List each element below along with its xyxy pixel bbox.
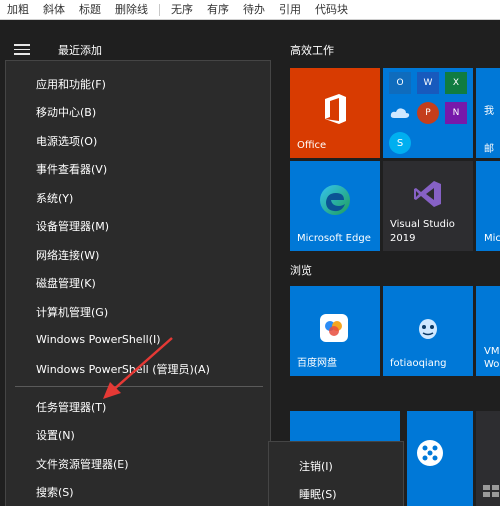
toolbar-italic-button[interactable]: 斜体 [36, 0, 72, 20]
toolbar-quote-button[interactable]: 引用 [272, 0, 308, 20]
vs-tile-label-line2: 2019 [390, 233, 416, 244]
menu-item-task-manager[interactable]: 任务管理器(T) [36, 399, 106, 415]
submenu-item-sleep[interactable]: 睡眠(S) [299, 486, 337, 502]
onenote-icon: N [445, 102, 467, 124]
toolbar-todo-button[interactable]: 待办 [236, 0, 272, 20]
microsoft-edge-tile[interactable]: Microsoft Edge [290, 161, 380, 251]
recently-added-title: 最近添加 [58, 44, 102, 57]
office-tile[interactable]: Office [290, 68, 380, 158]
winx-context-menu: 应用和功能(F) 移动中心(B) 电源选项(O) 事件查看器(V) 系统(Y) … [5, 60, 271, 506]
menu-item-power-options[interactable]: 电源选项(O) [36, 133, 97, 149]
menu-item-apps-features[interactable]: 应用和功能(F) [36, 76, 106, 92]
menu-item-powershell[interactable]: Windows PowerShell(I) [36, 333, 161, 346]
edge-icon [320, 185, 350, 215]
toolbar-unordered-button[interactable]: 无序 [164, 0, 200, 20]
mail-tile[interactable]: 我 邮 [476, 68, 500, 158]
baidu-netdisk-icon [320, 314, 348, 342]
menu-item-settings[interactable]: 设置(N) [36, 427, 75, 443]
menu-item-system[interactable]: 系统(Y) [36, 190, 73, 206]
bottom-tile-right[interactable] [476, 411, 500, 506]
menu-item-powershell-admin[interactable]: Windows PowerShell (管理员)(A) [36, 361, 210, 377]
toolbar-divider [159, 3, 160, 16]
mail-tile-partial-text: 我 [484, 106, 494, 117]
menu-item-disk-management[interactable]: 磁盘管理(K) [36, 275, 96, 291]
vs-tile-label-line1: Visual Studio [390, 219, 455, 230]
word-icon: W [417, 72, 439, 94]
vmware-tile[interactable]: VM Wo [476, 286, 500, 376]
baidu-netdisk-tile-label: 百度网盘 [297, 358, 337, 369]
mic-tile-partial-label: Mic [484, 233, 500, 244]
menu-item-computer-management[interactable]: 计算机管理(G) [36, 304, 108, 320]
toolbar-bold-button[interactable]: 加粗 [0, 0, 36, 20]
mail-tile-partial-label: 邮 [484, 144, 494, 155]
toolbar-ordered-button[interactable]: 有序 [200, 0, 236, 20]
fotiaoqiang-tile-label: fotiaoqiang [390, 358, 447, 369]
edge-tile-label: Microsoft Edge [297, 233, 371, 244]
skype-icon: S [389, 132, 411, 154]
menu-item-network-connections[interactable]: 网络连接(W) [36, 247, 99, 263]
excel-icon: X [445, 72, 467, 94]
mic-tile[interactable]: Mic [476, 161, 500, 251]
vmware-tile-partial-line1: VM [484, 346, 500, 357]
visual-studio-tile[interactable]: Visual Studio 2019 [383, 161, 473, 251]
office-tile-label: Office [297, 140, 327, 151]
app-dots-icon [417, 440, 443, 466]
submenu-item-sign-out[interactable]: 注销(I) [299, 458, 333, 474]
editor-toolbar: 加粗 斜体 标题 删除线 无序 有序 待办 引用 代码块 [0, 0, 500, 20]
menu-item-file-explorer[interactable]: 文件资源管理器(E) [36, 456, 129, 472]
menu-separator [15, 386, 263, 387]
toolbar-codeblock-button[interactable]: 代码块 [308, 0, 355, 20]
shutdown-submenu: 注销(I) 睡眠(S) [268, 441, 404, 506]
vmware-tile-partial-line2: Wo [484, 359, 500, 370]
bottom-tile-middle[interactable] [407, 411, 473, 506]
powerpoint-icon: P [417, 102, 439, 124]
menu-item-device-manager[interactable]: 设备管理器(M) [36, 218, 109, 234]
fotiaoqiang-icon [419, 319, 437, 339]
fotiaoqiang-tile[interactable]: fotiaoqiang [383, 286, 473, 376]
productivity-section-title: 高效工作 [290, 44, 334, 57]
visual-studio-icon [414, 181, 441, 207]
office-apps-group-tile[interactable]: O W X P N S [383, 68, 473, 158]
grid-icon [483, 485, 499, 497]
menu-item-event-viewer[interactable]: 事件查看器(V) [36, 161, 107, 177]
menu-item-search[interactable]: 搜索(S) [36, 484, 74, 500]
baidu-netdisk-tile[interactable]: 百度网盘 [290, 286, 380, 376]
onedrive-icon [389, 102, 411, 124]
menu-item-mobility-center[interactable]: 移动中心(B) [36, 104, 96, 120]
outlook-icon: O [389, 72, 411, 94]
office-icon [325, 94, 346, 124]
browse-section-title: 浏览 [290, 264, 312, 277]
toolbar-heading-button[interactable]: 标题 [72, 0, 108, 20]
toolbar-strike-button[interactable]: 删除线 [108, 0, 155, 20]
hamburger-menu-icon[interactable] [14, 44, 30, 55]
